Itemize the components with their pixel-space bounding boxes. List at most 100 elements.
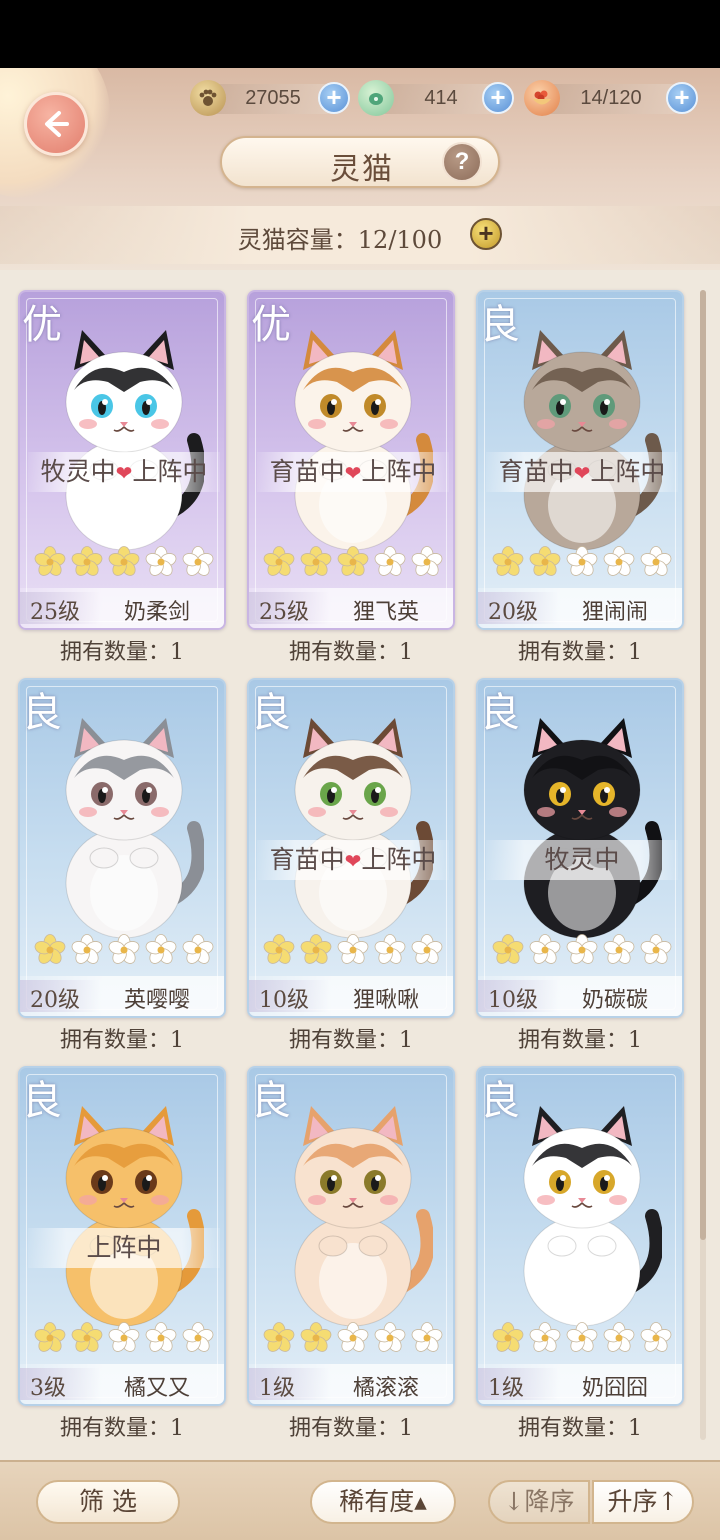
cat-name: 奶囧囧 — [581, 1376, 648, 1401]
star-filled-icon — [71, 1322, 103, 1352]
level-bar: 3级 橘又又 — [20, 1364, 224, 1404]
coins-value: 27055 — [245, 87, 301, 109]
heart-icon: ❤ — [573, 461, 591, 485]
star-empty-icon — [411, 1322, 443, 1352]
cat-portrait — [273, 1096, 435, 1327]
star-rating — [263, 1322, 443, 1356]
cat-portrait — [502, 1096, 664, 1327]
cat-name: 英嘤嘤 — [123, 988, 190, 1013]
star-filled-icon — [300, 546, 332, 576]
star-rating — [34, 1322, 214, 1356]
star-empty-icon — [640, 934, 672, 964]
add-food-button[interactable]: + — [666, 82, 698, 114]
cat-card[interactable]: 良上阵中 3级 橘又又 — [18, 1066, 226, 1406]
cat-portrait — [502, 320, 664, 551]
back-arrow-icon — [45, 111, 69, 137]
status-label: 上阵中 — [132, 457, 208, 486]
star-empty-icon — [529, 934, 561, 964]
sort-ascending-button[interactable]: 升序↑ — [592, 1480, 694, 1524]
level-bar: 1级 橘滚滚 — [249, 1364, 453, 1404]
level-bar: 25级 奶柔剑 — [20, 588, 224, 628]
star-filled-icon — [492, 546, 524, 576]
star-filled-icon — [337, 546, 369, 576]
star-empty-icon — [182, 934, 214, 964]
cat-level: 25级 — [30, 600, 80, 625]
star-empty-icon — [411, 546, 443, 576]
cat-card[interactable]: 良 1级 橘滚滚 — [247, 1066, 455, 1406]
owned-count: 拥有数量：1 — [518, 1416, 642, 1441]
owned-count: 拥有数量：1 — [289, 640, 413, 665]
cat-level: 1级 — [259, 1376, 295, 1401]
cat-card[interactable]: 优育苗中❤上阵中 25级 狸飞英 — [247, 290, 455, 630]
status-label: 牧灵中 — [40, 457, 116, 486]
resource-jade: 414 + — [358, 80, 514, 116]
cat-card[interactable]: 良 20级 英嘤嘤 — [18, 678, 226, 1018]
cat-name: 狸闹闹 — [581, 600, 648, 625]
rarity-badge: 优 — [251, 302, 291, 348]
cat-level: 20级 — [30, 988, 80, 1013]
status-band: 育苗中❤上阵中 — [486, 452, 678, 492]
star-empty-icon — [374, 934, 406, 964]
expand-capacity-button[interactable]: + — [470, 218, 502, 250]
star-empty-icon — [337, 1322, 369, 1352]
star-rating — [492, 934, 672, 968]
cat-portrait — [273, 708, 435, 939]
level-bar: 20级 英嘤嘤 — [20, 976, 224, 1016]
level-bar: 10级 狸啾啾 — [249, 976, 453, 1016]
scrollbar-thumb[interactable] — [700, 290, 706, 1240]
star-filled-icon — [34, 546, 66, 576]
star-filled-icon — [492, 934, 524, 964]
owned-count: 拥有数量：1 — [60, 1028, 184, 1053]
owned-count: 拥有数量：1 — [289, 1416, 413, 1441]
level-bar: 20级 狸闹闹 — [478, 588, 682, 628]
system-status-bar — [0, 0, 720, 68]
cat-portrait — [273, 320, 435, 551]
star-empty-icon — [182, 1322, 214, 1352]
cat-card[interactable]: 良育苗中❤上阵中 10级 狸啾啾 — [247, 678, 455, 1018]
level-bar: 1级 奶囧囧 — [478, 1364, 682, 1404]
star-empty-icon — [603, 1322, 635, 1352]
status-label: 牧灵中 — [544, 845, 620, 874]
jade-value: 414 — [424, 87, 458, 109]
cat-card[interactable]: 良牧灵中 10级 奶碳碳 — [476, 678, 684, 1018]
cat-level: 25级 — [259, 600, 309, 625]
star-filled-icon — [263, 546, 295, 576]
star-empty-icon — [374, 1322, 406, 1352]
sort-field-button[interactable]: 稀有度▴ — [310, 1480, 456, 1524]
capacity-bar: 灵猫容量：12/100 — [0, 206, 720, 264]
status-band: 育苗中❤上阵中 — [257, 452, 449, 492]
star-rating — [492, 1322, 672, 1356]
cat-card[interactable]: 良 1级 奶囧囧 — [476, 1066, 684, 1406]
rarity-badge: 良 — [480, 302, 520, 348]
level-bar: 25级 狸飞英 — [249, 588, 453, 628]
status-label: 育苗中 — [269, 457, 345, 486]
cat-level: 1级 — [488, 1376, 524, 1401]
add-coins-button[interactable]: + — [318, 82, 350, 114]
add-jade-button[interactable]: + — [482, 82, 514, 114]
status-label: 上阵中 — [361, 457, 437, 486]
back-button[interactable] — [24, 92, 88, 156]
star-filled-icon — [300, 934, 332, 964]
sort-descending-button[interactable]: ↓降序 — [488, 1480, 590, 1524]
owned-count: 拥有数量：1 — [518, 640, 642, 665]
filter-button[interactable]: 筛 选 — [36, 1480, 180, 1524]
star-empty-icon — [566, 934, 598, 964]
cat-grid: 优牧灵中❤上阵中 25级 奶柔剑 拥有数量：1 优育苗中❤上阵中 25级 狸飞英 拥有数量：1… — [0, 270, 720, 1460]
status-band: 牧灵中❤上阵中 — [28, 452, 220, 492]
star-rating — [263, 546, 443, 580]
header: 27055 + 414 + 14/120 + 灵猫 ? 灵猫容量：12/100 … — [0, 68, 720, 270]
cat-card[interactable]: 良育苗中❤上阵中 20级 狸闹闹 — [476, 290, 684, 630]
star-empty-icon — [71, 934, 103, 964]
star-rating — [492, 546, 672, 580]
cat-portrait — [502, 708, 664, 939]
star-filled-icon — [34, 1322, 66, 1352]
capacity-label: 灵猫容量：12/100 — [237, 226, 443, 254]
status-band: 育苗中❤上阵中 — [257, 840, 449, 880]
star-empty-icon — [337, 934, 369, 964]
cat-card[interactable]: 优牧灵中❤上阵中 25级 奶柔剑 — [18, 290, 226, 630]
owned-count: 拥有数量：1 — [60, 1416, 184, 1441]
help-button[interactable]: ? — [442, 142, 482, 182]
status-band: 上阵中 — [28, 1228, 220, 1268]
rarity-badge: 良 — [22, 690, 62, 736]
status-label: 上阵中 — [361, 845, 437, 874]
